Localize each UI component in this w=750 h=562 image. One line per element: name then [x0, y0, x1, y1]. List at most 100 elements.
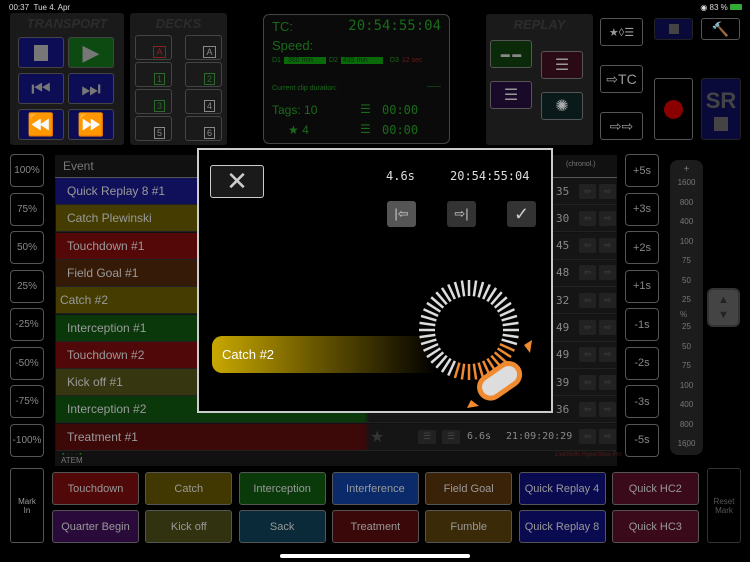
arrow-left-icon[interactable]: ⇦: [579, 238, 596, 254]
mark-out-button[interactable]: ⇨|: [447, 201, 476, 227]
quick-tag-button[interactable]: Field Goal: [425, 472, 513, 505]
quick-tag-button[interactable]: Interception: [238, 472, 326, 505]
arrow-left-icon[interactable]: ⇦: [579, 347, 596, 363]
jog-tick: [501, 338, 518, 346]
star-tag-button[interactable]: ★◊☰: [600, 18, 643, 46]
speed-preset-button[interactable]: -50%: [10, 346, 44, 380]
rewind-icon: ⏪: [27, 111, 55, 137]
arrow-left-icon[interactable]: ⇦: [579, 292, 596, 308]
transport-title: TRANSPORT: [26, 16, 108, 31]
star-icon[interactable]: ★: [370, 427, 384, 447]
quick-tag-button[interactable]: Quick HC3: [611, 510, 699, 543]
deck-button[interactable]: 4: [185, 89, 222, 114]
playlist-red-button[interactable]: ☰: [541, 51, 583, 79]
speed-preset-button[interactable]: 50%: [10, 231, 44, 264]
arrow-left-icon[interactable]: ⇦: [579, 429, 596, 445]
record-button[interactable]: [654, 78, 693, 140]
seek-button[interactable]: -2s: [625, 346, 659, 380]
deck-button[interactable]: A: [135, 35, 172, 60]
mark-in-button[interactable]: |⇦: [387, 201, 416, 227]
arrow-left-icon[interactable]: ⇦: [579, 210, 596, 226]
deck-button[interactable]: 6: [185, 116, 222, 141]
arrow-left-icon[interactable]: ⇦: [579, 320, 596, 335]
quick-tag-button[interactable]: Catch: [145, 472, 233, 505]
arrow-right-icon[interactable]: ⇨: [599, 292, 616, 308]
arrow-right-icon[interactable]: ⇨: [599, 183, 616, 199]
quick-tag-button[interactable]: Touchdown: [52, 472, 139, 505]
seek-button[interactable]: -3s: [625, 385, 659, 418]
rewind-button[interactable]: ⏪: [18, 109, 64, 140]
close-button[interactable]: ✕: [210, 165, 264, 198]
camera-angle-button[interactable]: ▬ ▬: [490, 40, 532, 68]
hammer-icon: 🔨: [711, 20, 730, 37]
arrow-right-icon[interactable]: ⇨: [599, 347, 616, 363]
speed-preset-button[interactable]: -75%: [10, 385, 44, 418]
arrow-right-icon[interactable]: ⇨: [599, 401, 616, 417]
skip-forward-button[interactable]: ⏭: [68, 73, 114, 104]
speed-preset-button[interactable]: 25%: [10, 269, 44, 303]
deck-button[interactable]: 2: [185, 62, 222, 87]
quick-tag-button[interactable]: Treatment: [331, 510, 419, 543]
scale-label: 75: [682, 256, 691, 265]
speed-preset-button[interactable]: 100%: [10, 154, 44, 187]
quick-tag-button[interactable]: Fumble: [425, 510, 513, 543]
skip-back-button[interactable]: ⏮: [18, 73, 64, 104]
list-icon[interactable]: ☰: [442, 429, 460, 444]
deck-button[interactable]: 3: [135, 89, 172, 114]
speed-preset-button[interactable]: -100%: [10, 423, 44, 457]
seek-button[interactable]: +1s: [625, 269, 659, 303]
goto-tc-button[interactable]: ⇨ TC: [600, 65, 643, 93]
deck-button[interactable]: A: [185, 35, 222, 60]
playlist-purple-button[interactable]: ☰: [490, 81, 532, 109]
arrow-right-icon[interactable]: ⇨: [599, 374, 616, 390]
deck-button[interactable]: 1: [135, 62, 172, 87]
arrow-left-icon[interactable]: ⇦: [579, 183, 596, 199]
next-button[interactable]: ⇨⇨: [600, 112, 643, 140]
stop-record-button[interactable]: [654, 18, 693, 40]
deck-button[interactable]: 5: [135, 116, 172, 141]
table-row[interactable]: Treatment #1 ★ ☰ ☰ 6.6s 21:09:20:29 ⇦ ⇨: [56, 423, 616, 451]
arrow-right-icon[interactable]: ⇨: [599, 210, 616, 226]
quick-tag-button[interactable]: Interference: [331, 472, 419, 505]
arrow-left-icon[interactable]: ⇦: [579, 374, 596, 390]
seek-button[interactable]: +3s: [625, 192, 659, 226]
arrow-left-icon[interactable]: ⇦: [579, 401, 596, 417]
arrow-right-icon[interactable]: ⇨: [599, 265, 616, 281]
quick-tag-button[interactable]: Quick Replay 8: [518, 510, 606, 543]
arrow-right-icon[interactable]: ⇨: [599, 238, 616, 254]
arrow-right-icon[interactable]: ⇨: [599, 320, 616, 335]
hammer-button[interactable]: 🔨: [701, 18, 740, 40]
speed-preset-button[interactable]: 75%: [10, 192, 44, 226]
slider-handle[interactable]: ▲ ▼: [707, 288, 740, 327]
reset-mark-button[interactable]: Reset Mark: [707, 468, 741, 543]
seek-button[interactable]: -5s: [625, 423, 659, 457]
seek-button[interactable]: +2s: [625, 231, 659, 264]
home-indicator[interactable]: [280, 554, 470, 558]
play-button[interactable]: ▶: [68, 37, 114, 68]
confirm-button[interactable]: ✓: [507, 201, 536, 227]
jog-tick: [422, 308, 439, 318]
stop-button[interactable]: [18, 37, 64, 68]
arrow-right-icon[interactable]: ⇨: [599, 429, 616, 445]
quick-tag-button[interactable]: Kick off: [145, 510, 233, 543]
sr-button[interactable]: SR: [701, 78, 741, 140]
quick-tag-button[interactable]: Sack: [238, 510, 326, 543]
clip-duration: 4.6s: [386, 169, 415, 183]
list-icon[interactable]: ☰: [418, 429, 436, 444]
fast-forward-button[interactable]: ⏩: [68, 109, 114, 140]
header-sort[interactable]: (chronol.): [566, 161, 596, 168]
seek-button[interactable]: -1s: [625, 308, 659, 341]
quick-tag-button[interactable]: Quarter Begin: [52, 510, 139, 543]
speed-preset-button[interactable]: -25%: [10, 308, 44, 341]
jog-wheel[interactable]: [399, 260, 539, 410]
speed-slider[interactable]: + 1600 800 400 100 75 50 25 % 25 50 75 100 400 800 1…: [670, 160, 703, 455]
jog-wheel-button[interactable]: ✺: [541, 92, 583, 120]
mark-in-button[interactable]: Mark In: [10, 468, 44, 543]
quick-tag-button[interactable]: Quick Replay 4: [518, 472, 606, 505]
deck-label: 3: [153, 99, 165, 112]
quick-tag-button[interactable]: Quick HC2: [611, 472, 699, 505]
seek-button[interactable]: +5s: [625, 154, 659, 187]
jog-handle[interactable]: [475, 359, 524, 402]
arrow-left-icon[interactable]: ⇦: [579, 265, 596, 281]
tc-label: TC:: [272, 19, 293, 34]
